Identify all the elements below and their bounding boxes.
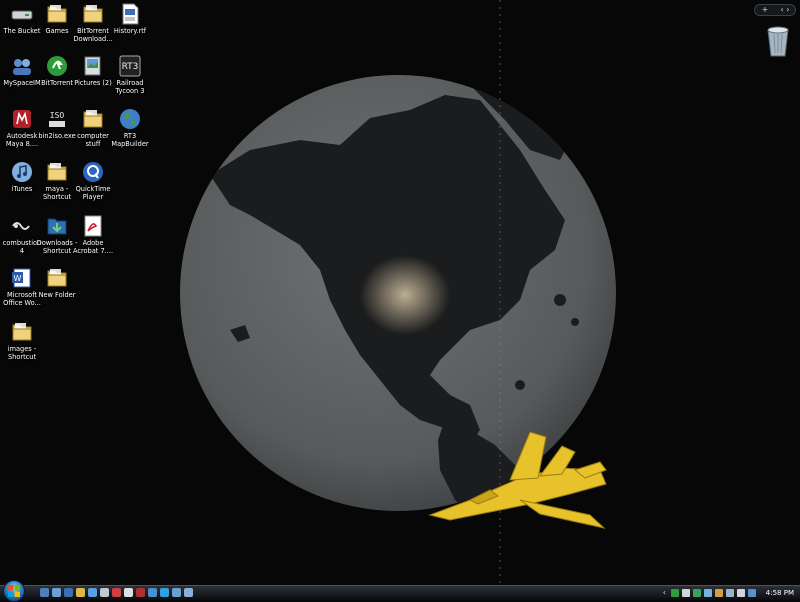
quick-launch-icon[interactable] (124, 588, 133, 597)
svg-text:W: W (14, 274, 22, 283)
tray-icon[interactable] (737, 588, 745, 597)
quick-launch-icon[interactable] (76, 588, 85, 597)
quick-launch-icon[interactable] (112, 588, 121, 597)
folder-icon (47, 269, 67, 287)
folder-icon (47, 163, 67, 181)
desktop-icon[interactable]: images - Shortcut (2, 320, 42, 372)
pictures-icon (84, 56, 101, 76)
quick-launch-icon[interactable] (184, 588, 193, 597)
desktop-icon[interactable]: computer stuff (73, 107, 113, 159)
gadget-nav-button[interactable]: ‹ › (778, 5, 792, 15)
quick-launch-icon[interactable] (172, 588, 181, 597)
acrobat-icon (84, 215, 102, 237)
tray-icon[interactable] (671, 588, 679, 597)
quick-launch-icon[interactable] (88, 588, 97, 597)
quick-launch-icon[interactable] (148, 588, 157, 597)
desktop-icon-label: Adobe Acrobat 7.... (72, 239, 114, 255)
quick-launch-icon[interactable] (160, 588, 169, 597)
quicktime-icon (83, 162, 103, 182)
quick-launch-bar (40, 588, 193, 597)
messenger-icon (13, 59, 31, 75)
folder-icon (83, 5, 103, 23)
desktop-icon-label: New Folder (38, 291, 76, 299)
tray-icon[interactable] (693, 588, 701, 597)
desktop-icon[interactable]: History.rtf (110, 2, 150, 54)
quick-launch-icon[interactable] (136, 588, 145, 597)
folder-icon (83, 110, 103, 128)
downloads-icon (47, 218, 67, 235)
folder-icon (47, 5, 67, 23)
tray-icon[interactable] (704, 588, 712, 597)
desktop-icon[interactable]: QuickTime Player (73, 160, 113, 212)
city-lights-glow (360, 255, 450, 335)
taskbar-clock[interactable]: 4:58 PM (766, 588, 794, 598)
desktop-icon[interactable]: BitTorrent Download... (73, 2, 113, 54)
drive-icon (11, 10, 33, 20)
desktop-icon[interactable]: RT3 Railroad Tycoon 3 (110, 54, 150, 106)
itunes-icon (12, 162, 32, 182)
quick-launch-icon[interactable] (100, 588, 109, 597)
tray-icon[interactable] (682, 588, 690, 597)
sidebar-controls: + ‹ › (754, 4, 796, 16)
iso-icon: ISO (49, 111, 65, 127)
quick-launch-icon[interactable] (40, 588, 49, 597)
svg-text:ISO: ISO (50, 111, 65, 120)
add-gadget-button[interactable]: + (758, 5, 772, 15)
desktop-icon-label: images - Shortcut (7, 345, 37, 361)
desktop-icon[interactable]: New Folder (37, 266, 77, 318)
bittorrent-icon (47, 56, 67, 76)
svg-text:RT3: RT3 (122, 62, 139, 72)
desktop-icon-label: Railroad Tycoon 3 (115, 79, 145, 95)
globe-icon (120, 109, 140, 129)
desktop-icon-label: RT3 MapBuilder (111, 132, 149, 148)
folder-icon (12, 323, 32, 341)
quick-launch-icon[interactable] (64, 588, 73, 597)
taskbar: ‹ 4:58 PM (0, 580, 800, 602)
desktop-icon[interactable]: Adobe Acrobat 7.... (73, 214, 113, 266)
combustion-icon (12, 222, 30, 230)
recycle-bin-icon[interactable] (762, 22, 794, 58)
tray-icon[interactable] (726, 588, 734, 597)
document-icon (122, 3, 139, 25)
tray-icon[interactable] (715, 588, 723, 597)
desktop-icon[interactable]: RT3 MapBuilder (110, 107, 150, 159)
tray-icon[interactable] (748, 588, 756, 597)
desktop-icon-label: QuickTime Player (75, 185, 111, 201)
windows-logo-icon (8, 585, 20, 597)
word-icon: W (12, 268, 31, 288)
start-button[interactable] (3, 580, 25, 602)
maya-icon (13, 110, 31, 128)
system-tray: ‹ (663, 588, 756, 597)
show-hidden-icons-button[interactable]: ‹ (663, 588, 666, 597)
desktop-icon-label: History.rtf (113, 27, 147, 35)
rt3-icon: RT3 (119, 55, 141, 77)
quick-launch-icon[interactable] (52, 588, 61, 597)
desktop-icon[interactable]: Pictures (2) (73, 54, 113, 106)
